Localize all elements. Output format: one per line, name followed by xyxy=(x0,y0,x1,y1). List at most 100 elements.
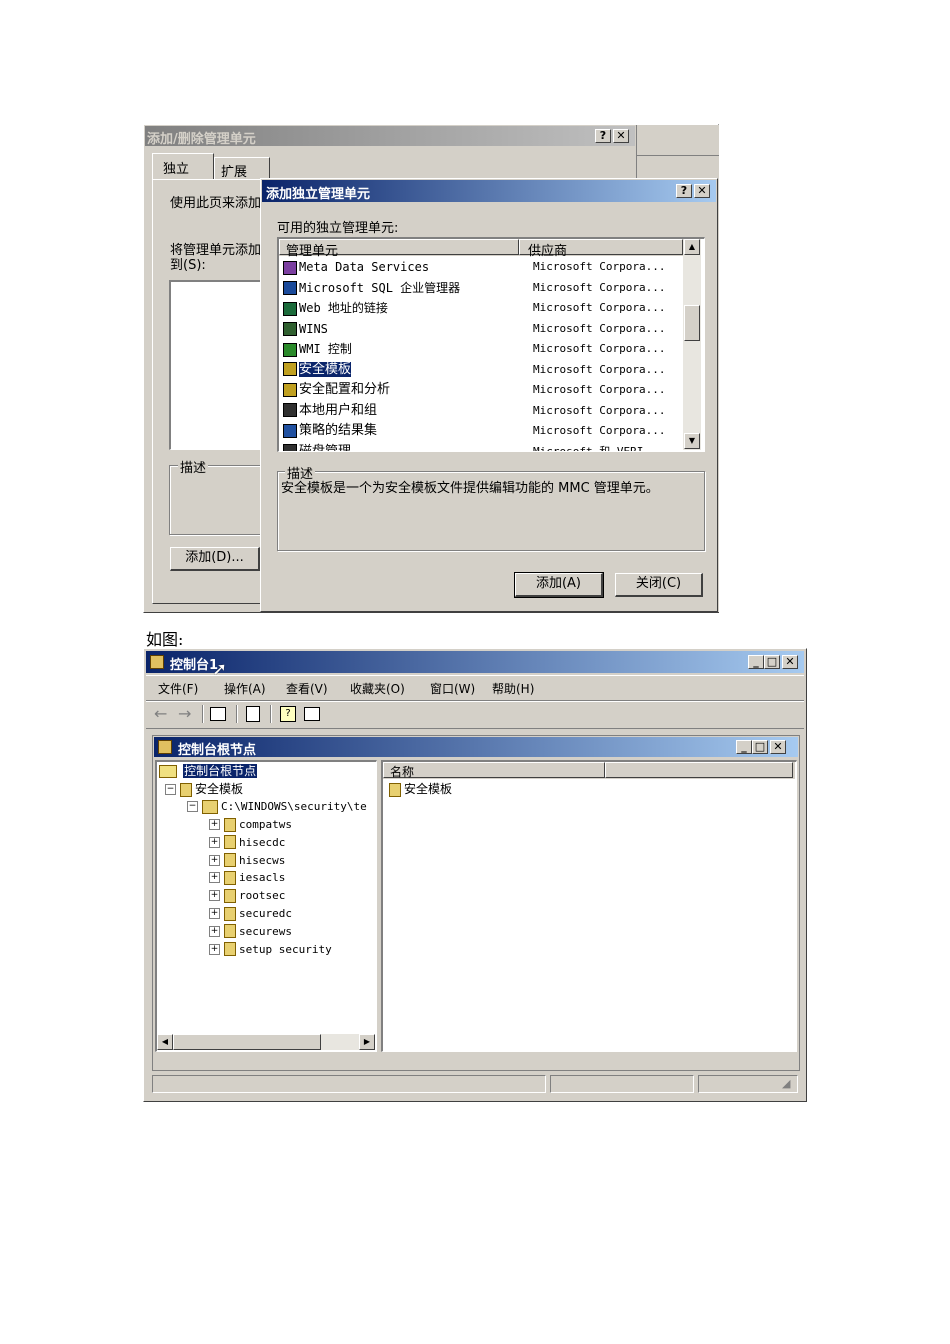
snapin-name: 磁盘管理 xyxy=(299,443,352,452)
snapin-list-item[interactable]: Web 地址的链接 Microsoft Corpora... xyxy=(283,298,683,318)
snapin-list-item[interactable]: 安全配置和分析 Microsoft Corpora... xyxy=(283,380,683,400)
snapin-list-view[interactable]: 管理单元 供应商 Meta Data Services Microsoft Cor… xyxy=(277,237,705,452)
forward-arrow-icon[interactable]: → xyxy=(178,704,191,723)
tab-extensions[interactable]: 扩展 xyxy=(214,157,270,180)
snapin-name: WMI 控制 xyxy=(299,342,352,356)
close-button[interactable]: ✕ xyxy=(694,184,710,198)
description-label-back: 描述 xyxy=(178,457,209,476)
snapin-name: 本地用户和组 xyxy=(299,402,378,418)
menu-favorites[interactable]: 收藏夹(O) xyxy=(350,680,405,697)
close-button[interactable]: ✕ xyxy=(782,655,798,669)
snapin-list-item[interactable]: Microsoft SQL 企业管理器 Microsoft Corpora... xyxy=(283,278,683,298)
template-file-icon xyxy=(224,906,236,921)
tree-node-template[interactable]: + securedc xyxy=(209,905,292,923)
menu-file[interactable]: 文件(F) xyxy=(158,680,198,697)
maximize-button[interactable]: □ xyxy=(764,655,780,669)
close-dialog-button[interactable]: 关闭(C) xyxy=(615,573,703,597)
expand-icon[interactable]: + xyxy=(209,943,220,955)
scroll-up-button[interactable]: ▲ xyxy=(684,239,700,255)
status-panel-2 xyxy=(550,1075,694,1093)
column-header-vendor[interactable]: 供应商 xyxy=(519,239,683,259)
list-scrollbar[interactable]: ▲ ▼ xyxy=(683,239,701,450)
expand-icon[interactable]: + xyxy=(209,872,220,884)
tree-node-template[interactable]: + iesacls xyxy=(209,869,285,887)
child-close-button[interactable]: ✕ xyxy=(770,740,786,754)
scroll-left-button[interactable]: ◀ xyxy=(157,1034,173,1050)
scroll-down-button[interactable]: ▼ xyxy=(684,433,700,449)
menu-action[interactable]: 操作(A) xyxy=(224,680,266,697)
tab-standalone[interactable]: 独立 xyxy=(152,153,214,180)
snapin-vendor: Microsoft Corpora... xyxy=(533,362,666,376)
close-button[interactable]: ✕ xyxy=(613,129,629,143)
tree-node-template[interactable]: + rootsec xyxy=(209,887,285,905)
expand-icon[interactable]: + xyxy=(209,836,220,848)
add-remove-snapin-titlebar[interactable]: 添加/删除管理单元 ? ✕ xyxy=(145,126,635,147)
snapin-vendor: Microsoft Corpora... xyxy=(533,321,666,335)
help-topic-icon[interactable]: ? xyxy=(280,706,296,722)
child-maximize-button[interactable]: □ xyxy=(752,740,768,754)
menu-window[interactable]: 窗口(W) xyxy=(430,680,475,697)
collapse-icon[interactable]: − xyxy=(165,784,176,795)
scroll-thumb[interactable] xyxy=(684,305,700,341)
column-header-empty[interactable] xyxy=(605,762,793,778)
snapin-list-item[interactable]: Meta Data Services Microsoft Corpora... xyxy=(283,257,683,277)
expand-icon[interactable]: + xyxy=(209,908,220,919)
tree-node-template-label: rootsec xyxy=(239,889,286,903)
show-hide-tree-icon[interactable] xyxy=(210,707,226,721)
result-item-security-templates[interactable]: 安全模板 xyxy=(389,780,452,797)
scroll-right-button[interactable]: ▶ xyxy=(359,1034,375,1050)
child-app-icon xyxy=(158,740,172,754)
web-link-icon xyxy=(283,301,297,316)
description-text: 安全模板是一个为安全模板文件提供编辑功能的 MMC 管理单元。 xyxy=(281,481,659,496)
tree-node-template-path[interactable]: − C:\WINDOWS\security\te xyxy=(187,798,367,816)
child-titlebar[interactable]: 控制台根节点 _ □ ✕ xyxy=(154,737,798,758)
export-list-icon[interactable] xyxy=(246,706,260,722)
tree-node-security-templates[interactable]: − 安全模板 xyxy=(165,780,243,798)
tree-pane[interactable]: 控制台根节点 − 安全模板 − C:\WINDOWS\security\te + co… xyxy=(155,760,377,1052)
column-header-snapin[interactable]: 管理单元 xyxy=(279,239,519,259)
add-snapin-button[interactable]: 添加(D)... xyxy=(170,547,260,571)
add-button[interactable]: 添加(A) xyxy=(514,572,604,598)
show-hide-action-pane-icon[interactable] xyxy=(304,707,320,721)
minimize-button[interactable]: _ xyxy=(748,655,764,669)
help-button[interactable]: ? xyxy=(595,129,611,143)
resize-grip-icon[interactable]: ◢ xyxy=(782,1077,790,1090)
tree-node-template[interactable]: + hisecws xyxy=(209,852,285,870)
menu-view[interactable]: 查看(V) xyxy=(286,680,328,697)
tree-node-template[interactable]: + securews xyxy=(209,923,292,941)
snapin-name: Microsoft SQL 企业管理器 xyxy=(299,280,461,295)
snapin-name: Web 地址的链接 xyxy=(299,301,388,315)
tree-node-console-root[interactable]: 控制台根节点 xyxy=(159,762,259,780)
collapse-icon[interactable]: − xyxy=(187,801,198,812)
snapin-vendor: Microsoft Corpora... xyxy=(533,424,666,437)
expand-icon[interactable]: + xyxy=(209,819,220,830)
tree-node-template[interactable]: + setup security xyxy=(209,941,332,959)
tree-hscroll-thumb[interactable] xyxy=(173,1034,321,1050)
snapin-name: 安全模板 xyxy=(297,360,353,378)
back-arrow-icon[interactable]: ← xyxy=(154,704,167,723)
snapin-list-item[interactable]: 磁盘管理 Microsoft 和 VERI... xyxy=(283,442,683,452)
expand-icon[interactable]: + xyxy=(209,925,220,937)
snapin-list-item[interactable]: 本地用户和组 Microsoft Corpora... xyxy=(283,401,683,421)
child-minimize-button[interactable]: _ xyxy=(736,740,752,754)
tree-node-template[interactable]: + compatws xyxy=(209,816,292,834)
snapin-list-item[interactable]: 策略的结果集 Microsoft Corpora... xyxy=(283,421,683,441)
add-to-label-2: 到(S): xyxy=(170,258,206,273)
add-snapin-button-label: 添加(D)... xyxy=(185,550,244,565)
add-standalone-titlebar[interactable]: 添加独立管理单元 ? ✕ xyxy=(262,180,716,202)
result-pane[interactable]: 名称 安全模板 xyxy=(381,760,797,1052)
snapin-vendor: Microsoft Corpora... xyxy=(533,383,666,396)
column-header-name[interactable]: 名称 xyxy=(383,762,605,779)
menu-help[interactable]: 帮助(H) xyxy=(492,680,534,697)
snapin-list-item[interactable]: WMI 控制 Microsoft Corpora... xyxy=(283,339,683,359)
console-titlebar[interactable]: 控制台1 ➚ _ □ ✕ xyxy=(146,651,804,680)
tree-node-template[interactable]: + hisecdc xyxy=(209,834,285,852)
snapin-list-item[interactable]: WINS Microsoft Corpora... xyxy=(283,319,683,339)
expand-icon[interactable]: + xyxy=(209,854,220,866)
expand-icon[interactable]: + xyxy=(209,890,220,902)
intro-text: 使用此页来添加 xyxy=(170,196,262,211)
snapin-list-box[interactable] xyxy=(169,280,264,450)
help-button[interactable]: ? xyxy=(676,184,692,198)
tree-hscrollbar[interactable]: ◀ ▶ xyxy=(157,1034,375,1050)
snapin-list-item[interactable]: 安全模板 Microsoft Corpora... xyxy=(283,360,683,380)
